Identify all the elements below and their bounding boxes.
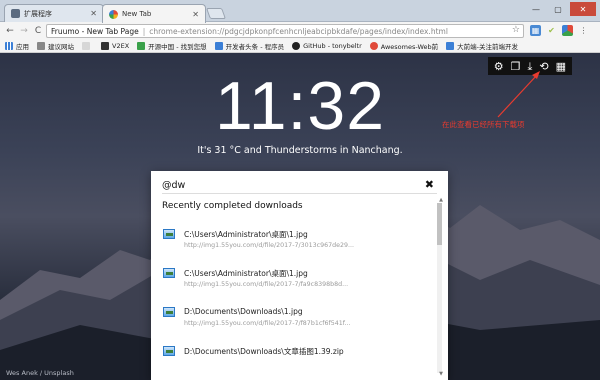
puzzle-icon xyxy=(11,9,20,18)
image-file-icon xyxy=(163,229,175,239)
download-url: http://img1.55you.com/d/file/2017-7/fa9c… xyxy=(184,281,349,288)
browser-toolbar: ← → C Fruumo - New Tab Page | chrome-ext… xyxy=(0,22,600,40)
ext-grid-icon[interactable]: ▦ xyxy=(530,25,541,36)
address-bar[interactable]: Fruumo - New Tab Page | chrome-extension… xyxy=(46,24,524,38)
bookmark-label: 开发者头条 - 程序员 xyxy=(225,43,285,51)
download-url: http://img1.55you.com/d/file/2017-7/3013… xyxy=(184,242,354,249)
bookmark-awesomes[interactable]: Awesomes-Web前 xyxy=(369,41,439,51)
close-icon[interactable]: ✖ xyxy=(425,178,434,191)
suggest-icon xyxy=(37,42,45,50)
tab-close-icon[interactable]: ✕ xyxy=(90,9,97,18)
clock: 11:32 xyxy=(214,68,386,144)
ext-colorful-icon[interactable] xyxy=(562,25,573,36)
image-file-icon xyxy=(163,268,175,278)
bookmark-oschina[interactable]: 开源中国 - 找到您想 xyxy=(137,41,207,51)
bookmark-toutiao[interactable]: 开发者头条 - 程序员 xyxy=(214,41,285,51)
dqd-icon xyxy=(446,42,455,50)
github-icon xyxy=(292,42,301,50)
scrollbar[interactable] xyxy=(437,203,442,373)
omnibox-url: chrome-extension://pdgcjdpkonpfcenhcnlje… xyxy=(149,26,448,36)
ext-check-icon[interactable]: ✔ xyxy=(546,25,557,36)
bookmark-icon xyxy=(82,42,90,50)
bookmark-star-icon[interactable]: ☆ xyxy=(512,25,520,35)
menu-icon[interactable]: ⋮ xyxy=(578,25,589,36)
tab-label: New Tab xyxy=(122,10,152,18)
new-tab-button[interactable] xyxy=(205,8,227,19)
maximize-button[interactable]: ▢ xyxy=(548,2,568,16)
bookmark-label: 大前端-关注前端开发 xyxy=(457,43,518,51)
divider xyxy=(162,193,437,194)
scroll-down-icon[interactable]: ▼ xyxy=(439,371,443,377)
download-path: D:\Documents\Downloads\1.jpg xyxy=(184,307,303,316)
bookmark-dqd[interactable]: 大前端-关注前端开发 xyxy=(446,41,518,51)
tab-close-icon[interactable]: ✕ xyxy=(192,10,199,19)
download-path: C:\Users\Administrator\桌面\1.jpg xyxy=(184,269,308,278)
bookmark-label: 开源中国 - 找到您想 xyxy=(148,43,207,51)
forward-button[interactable]: → xyxy=(17,24,31,38)
weather-text: It's 31 °C and Thunderstorms in Nanchang… xyxy=(197,145,403,156)
v2ex-icon xyxy=(101,42,109,50)
bookmark-label: V2EX xyxy=(112,42,130,50)
bookmark-github[interactable]: GitHub - tonybeltr xyxy=(292,42,362,50)
download-item[interactable]: D:\Documents\Downloads\文章插图1.39.zip xyxy=(162,338,432,377)
back-button[interactable]: ← xyxy=(3,24,17,38)
tab-extensions[interactable]: 扩展程序 ✕ xyxy=(4,4,104,22)
bookmark-label: Awesomes-Web前 xyxy=(380,43,439,51)
new-tab-page: ⚙ ❐ ⤓ ⟲ ▦ 11:32 It's 31 °C and Thunderst… xyxy=(0,53,600,380)
bookmark-label: GitHub - tonybeltr xyxy=(303,42,362,50)
window-controls: — ▢ ✕ xyxy=(526,2,596,16)
reload-button[interactable]: C xyxy=(31,24,45,38)
photo-credit[interactable]: Wes Anek / Unsplash xyxy=(6,369,74,377)
section-title: Recently completed downloads xyxy=(162,201,303,211)
omnibox-separator: | xyxy=(142,26,146,36)
bookmark-suggest[interactable]: 建议网站 xyxy=(37,41,74,51)
bookmark-label: 建议网站 xyxy=(48,43,74,51)
downloads-list: C:\Users\Administrator\桌面\1.jpg http://i… xyxy=(162,221,432,377)
toutiao-icon xyxy=(214,42,223,50)
oschina-icon xyxy=(137,42,146,50)
bookmarks-bar: 应用 建议网站 V2EX 开源中国 - 找到您想 开发者头条 - 程序员 Git… xyxy=(0,40,600,53)
downloads-panel: @dw ✖ Recently completed downloads C:\Us… xyxy=(151,171,448,380)
download-path: D:\Documents\Downloads\文章插图1.39.zip xyxy=(184,347,344,356)
download-item[interactable]: C:\Users\Administrator\桌面\1.jpg http://i… xyxy=(162,221,432,260)
awesomes-icon xyxy=(369,42,378,50)
download-item[interactable]: C:\Users\Administrator\桌面\1.jpg http://i… xyxy=(162,260,432,299)
scroll-thumb[interactable] xyxy=(437,203,442,245)
bookmark-v2ex[interactable]: V2EX xyxy=(101,42,129,50)
title-bar: 扩展程序 ✕ New Tab ✕ — ▢ ✕ xyxy=(0,0,600,23)
tab-label: 扩展程序 xyxy=(24,9,52,18)
omnibox-title: Fruumo - New Tab Page xyxy=(51,26,139,36)
tab-new-tab[interactable]: New Tab ✕ xyxy=(102,4,206,23)
close-window-button[interactable]: ✕ xyxy=(570,2,596,16)
download-path: C:\Users\Administrator\桌面\1.jpg xyxy=(184,230,308,239)
download-url: http://img1.55you.com/d/file/2017-7/f87b… xyxy=(184,320,351,327)
apps-icon xyxy=(5,42,13,50)
bookmark-apps[interactable]: 应用 xyxy=(5,41,29,51)
command-input[interactable]: @dw xyxy=(162,180,422,191)
image-file-icon xyxy=(163,346,175,356)
extension-icons: ▦ ✔ ⋮ xyxy=(530,25,589,36)
download-annotation: 在此查看已经所有下载项 xyxy=(442,120,525,129)
bookmark-blank[interactable] xyxy=(82,42,93,50)
image-file-icon xyxy=(163,307,175,317)
fruumo-icon xyxy=(109,9,118,19)
minimize-button[interactable]: — xyxy=(526,2,546,16)
download-item[interactable]: D:\Documents\Downloads\1.jpg http://img1… xyxy=(162,299,432,338)
bookmark-label: 应用 xyxy=(16,43,29,51)
